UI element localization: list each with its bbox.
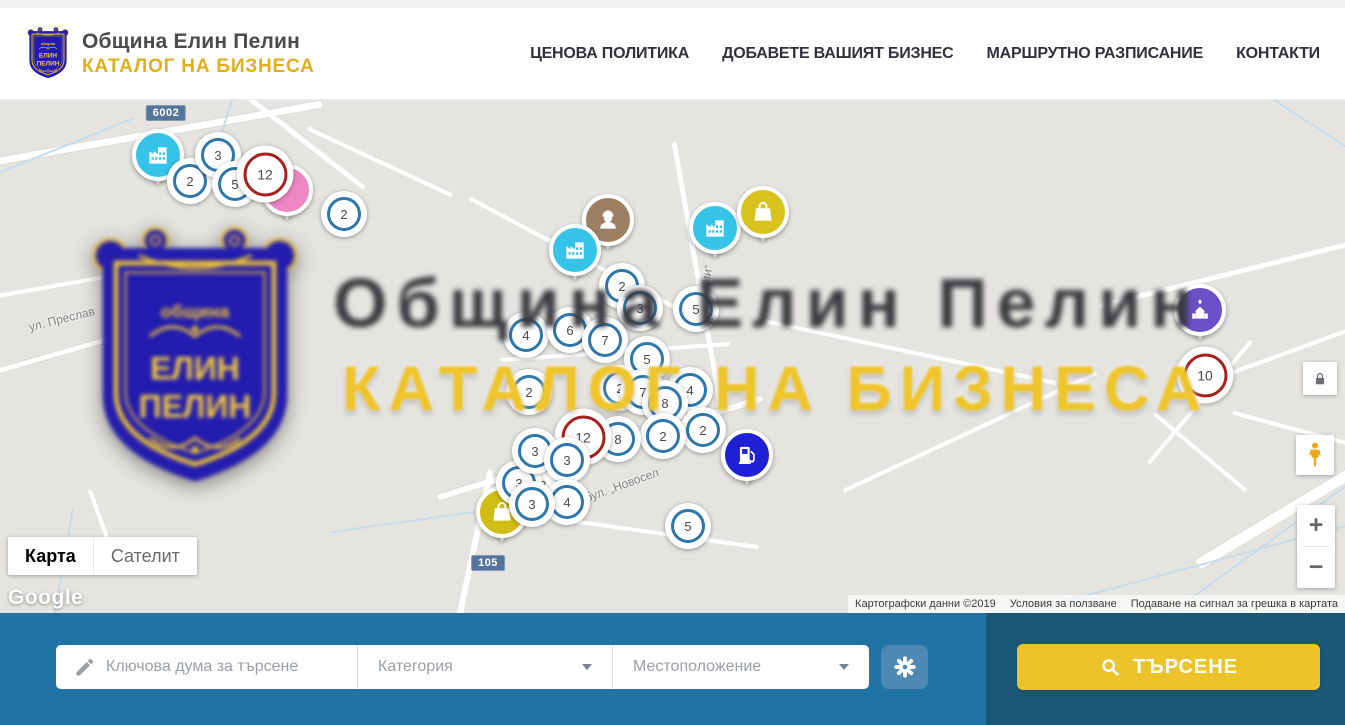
cluster-count: 7 (588, 323, 622, 357)
cluster-count: 2 (327, 197, 361, 231)
map-cluster-12[interactable]: 12 (237, 146, 294, 203)
map-cluster-7[interactable]: 7 (582, 317, 628, 363)
cluster-count: 2 (512, 375, 546, 409)
search-button[interactable]: ТЪРСЕНЕ (1017, 644, 1320, 690)
map-cluster-3[interactable]: 3 (544, 437, 590, 483)
cluster-count: 10 (1183, 353, 1227, 397)
factory-pin[interactable] (689, 202, 741, 254)
settings-button[interactable] (881, 645, 928, 689)
gear-icon (892, 654, 918, 680)
search-fields: Категория Местоположение (56, 645, 869, 689)
map-cluster-5[interactable]: 5 (665, 503, 711, 549)
zoom-in-button[interactable]: + (1297, 505, 1335, 546)
road-line (0, 270, 134, 300)
cluster-count: 2 (686, 413, 720, 447)
water-line (0, 117, 135, 175)
cluster-count: 4 (550, 485, 584, 519)
nav-contacts[interactable]: КОНТАКТИ (1236, 45, 1320, 63)
watermark-logo (78, 218, 312, 500)
location-select-label: Местоположение (633, 658, 761, 676)
google-logo[interactable]: Google (8, 586, 83, 610)
search-icon (1099, 656, 1121, 678)
road-line (1153, 412, 1247, 492)
water-line (331, 509, 490, 533)
street-label: ул. Преслав (27, 304, 96, 334)
brand[interactable]: Община Елин Пелин КАТАЛОГ НА БИЗНЕСА (25, 25, 315, 82)
cluster-count: 5 (671, 509, 705, 543)
fuel-icon (721, 429, 773, 481)
report-map-error-link[interactable]: Подаване на сигнал за грешка в картата (1124, 595, 1345, 613)
search-panel: Категория Местоположение ТЪРСЕНЕ (0, 613, 1345, 725)
keyword-input[interactable] (56, 645, 357, 689)
search-button-label: ТЪРСЕНЕ (1133, 656, 1238, 679)
cluster-count: 2 (646, 419, 680, 453)
map-cluster-2[interactable]: 2 (321, 191, 367, 237)
header: Община Елин Пелин КАТАЛОГ НА БИЗНЕСА ЦЕН… (0, 8, 1345, 100)
pegman-button[interactable] (1296, 435, 1334, 475)
cluster-count: 3 (515, 487, 549, 521)
bag-icon (737, 186, 789, 238)
cluster-count: 5 (679, 292, 713, 326)
street-label: бул. „Новосел (583, 465, 661, 505)
nav-add-your-business[interactable]: ДОБАВЕТЕ ВАШИЯТ БИЗНЕС (722, 45, 953, 63)
road-line (842, 371, 1097, 493)
map-cluster-3[interactable]: 3 (509, 481, 555, 527)
main-nav: ЦЕНОВА ПОЛИТИКА ДОБАВЕТЕ ВАШИЯТ БИЗНЕС МАР… (530, 45, 1320, 63)
road-shield: 6002 (146, 105, 186, 121)
road-line (763, 319, 1057, 385)
page: Община Елин Пелин КАТАЛОГ НА БИЗНЕСА ЦЕН… (0, 0, 1345, 725)
pegman-icon (1303, 441, 1327, 469)
church-pin[interactable] (1174, 284, 1226, 336)
factory-pin[interactable] (549, 224, 601, 276)
map-cluster-5[interactable]: 5 (673, 286, 719, 332)
location-select[interactable]: Местоположение (612, 645, 869, 689)
factory-icon (689, 202, 741, 254)
cluster-count: 4 (509, 318, 543, 352)
map-cluster-3[interactable]: 3 (617, 285, 663, 331)
category-select[interactable]: Категория (357, 645, 612, 689)
lock-icon (1311, 370, 1329, 388)
keyword-field (56, 645, 357, 689)
site-title: Община Елин Пелин (82, 30, 315, 54)
site-subtitle: КАТАЛОГ НА БИЗНЕСА (82, 56, 315, 78)
map-cluster-2[interactable]: 2 (680, 407, 726, 453)
brand-text: Община Елин Пелин КАТАЛОГ НА БИЗНЕСА (82, 30, 315, 78)
map-canvas[interactable]: 6002105ул. Преславбул. „Новоселции“ 2354… (0, 100, 1345, 613)
map-type-satellite-button[interactable]: Сателит (93, 537, 197, 575)
attribution-copyright: Картографски данни ©2019 (848, 595, 1003, 613)
map-type-control: Карта Сателит (8, 537, 197, 575)
shopping-pin[interactable] (737, 186, 789, 238)
zoom-control: + − (1297, 505, 1335, 588)
municipality-logo-icon (25, 25, 71, 82)
fuel-pin[interactable] (721, 429, 773, 481)
map-cluster-10[interactable]: 10 (1177, 347, 1234, 404)
map-cluster-4[interactable]: 4 (503, 312, 549, 358)
chevron-down-icon (582, 664, 592, 670)
map-cluster-2[interactable]: 2 (506, 369, 552, 415)
terms-of-use-link[interactable]: Условия за ползване (1003, 595, 1124, 613)
cluster-count: 3 (623, 291, 657, 325)
nav-pricing-policy[interactable]: ЦЕНОВА ПОЛИТИКА (530, 45, 689, 63)
nav-route-schedule[interactable]: МАРШРУТНО РАЗПИСАНИЕ (987, 45, 1204, 63)
watermark-subtitle: КАТАЛОГ НА БИЗНЕСА (342, 358, 1210, 421)
church-icon (1174, 284, 1226, 336)
cluster-count: 3 (550, 443, 584, 477)
lock-button[interactable] (1303, 362, 1337, 395)
water-line (1252, 100, 1345, 207)
category-select-label: Категория (378, 658, 453, 676)
pencil-icon (73, 655, 97, 679)
factory-icon (549, 224, 601, 276)
map-cluster-2[interactable]: 2 (640, 413, 686, 459)
top-strip (0, 0, 1345, 8)
map-attribution: Картографски данни ©2019 Условия за полз… (848, 595, 1345, 613)
zoom-out-button[interactable]: − (1297, 547, 1335, 588)
road-shield: 105 (471, 555, 505, 571)
map-type-map-button[interactable]: Карта (8, 537, 93, 575)
watermark-title: Община Елин Пелин (333, 268, 1201, 338)
cluster-count: 12 (243, 152, 287, 196)
chevron-down-icon (839, 664, 849, 670)
